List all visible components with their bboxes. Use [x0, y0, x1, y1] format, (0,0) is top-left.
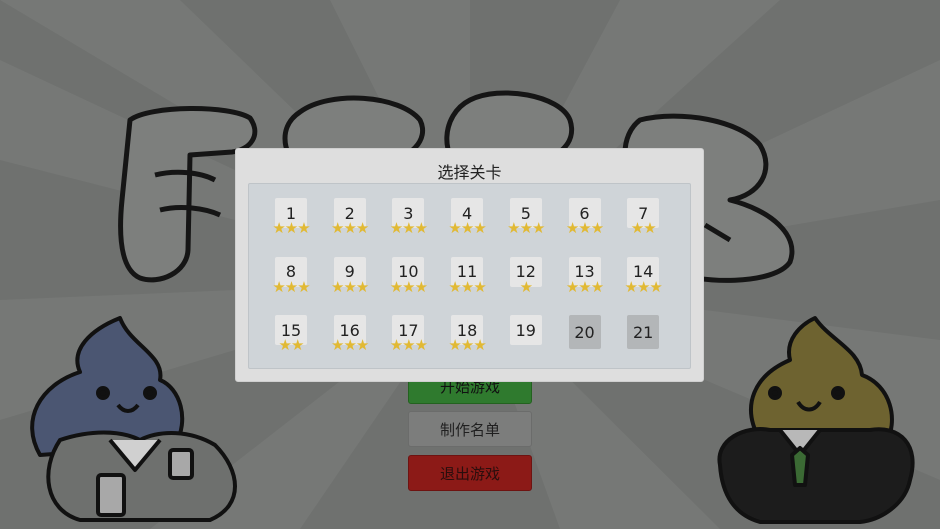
star-icon: ★ [414, 219, 428, 237]
star-icon: ★ [590, 277, 604, 296]
star-icon: ★ [297, 219, 310, 237]
level-stars: ★★★ [379, 337, 437, 353]
star-icon: ★ [272, 277, 285, 296]
level-stars: ★★★ [379, 220, 437, 236]
level-button-20: 20 [556, 315, 614, 371]
level-stars: ★★ [614, 220, 672, 236]
level-stars: ★★★ [379, 279, 437, 295]
star-icon: ★ [473, 219, 486, 237]
level-stars: ★★★ [262, 220, 320, 236]
star-icon: ★ [331, 336, 344, 354]
star-icon: ★ [355, 336, 369, 354]
star-icon: ★ [448, 277, 461, 296]
star-icon: ★ [565, 277, 579, 296]
level-stars: ★★ [262, 337, 320, 353]
star-icon: ★ [414, 336, 428, 354]
level-button-1[interactable]: 1 ★★★ [262, 198, 320, 254]
level-button-3[interactable]: 3 ★★★ [379, 198, 437, 254]
level-button-7[interactable]: 7 ★★ [614, 198, 672, 254]
star-icon: ★ [284, 219, 298, 237]
level-button-5[interactable]: 5 ★★★ [497, 198, 555, 254]
star-icon: ★ [448, 336, 461, 354]
star-icon: ★ [578, 277, 591, 296]
level-button-11[interactable]: 11 ★★★ [438, 256, 496, 313]
star-icon: ★ [565, 219, 579, 237]
star-icon: ★ [389, 336, 403, 354]
level-button-17[interactable]: 17 ★★★ [379, 315, 437, 371]
star-icon: ★ [473, 277, 486, 296]
level-number: 21 [627, 315, 660, 349]
star-icon: ★ [355, 219, 369, 237]
level-number: 20 [568, 315, 601, 349]
credits-button[interactable]: 制作名单 [408, 411, 532, 447]
level-stars: ★★★ [438, 337, 496, 353]
star-icon: ★ [343, 336, 356, 354]
star-icon: ★ [460, 277, 474, 296]
level-number: 19 [509, 315, 542, 345]
star-icon: ★ [278, 336, 292, 354]
level-button-15[interactable]: 15 ★★ [262, 315, 320, 371]
star-icon: ★ [343, 219, 356, 237]
star-icon: ★ [331, 219, 344, 237]
level-stars: ★★★ [438, 279, 496, 295]
star-icon: ★ [460, 219, 474, 237]
level-button-4[interactable]: 4 ★★★ [438, 198, 496, 254]
level-select-dialog: 选择关卡 1 ★★★ 2 ★★★ 3 ★★★ 4 ★★★ 5 ★★★ 6 ★★★ 7 ★★ 8 ★★★ 9 ★★★… [235, 148, 704, 382]
level-button-10[interactable]: 10 ★★★ [379, 256, 437, 313]
star-icon: ★ [402, 277, 415, 296]
level-stars: ★★★ [321, 279, 379, 295]
level-grid: 1 ★★★ 2 ★★★ 3 ★★★ 4 ★★★ 5 ★★★ 6 ★★★ 7 ★★ 8 ★★★ 9 ★★★ 10 ★★★… [248, 183, 691, 369]
level-button-12[interactable]: 12 ★ [497, 256, 555, 313]
level-stars: ★★★ [556, 220, 614, 236]
star-icon: ★ [414, 277, 428, 296]
star-icon: ★ [291, 336, 304, 354]
level-button-14[interactable]: 14 ★★★ [614, 256, 672, 313]
star-icon: ★ [643, 219, 656, 237]
level-button-13[interactable]: 13 ★★★ [556, 256, 614, 313]
level-button-18[interactable]: 18 ★★★ [438, 315, 496, 371]
dialog-title: 选择关卡 [437, 163, 502, 182]
star-icon: ★ [507, 219, 520, 237]
star-icon: ★ [636, 277, 650, 296]
star-icon: ★ [649, 277, 662, 296]
star-icon: ★ [343, 277, 356, 296]
star-icon: ★ [355, 277, 369, 296]
level-button-9[interactable]: 9 ★★★ [321, 256, 379, 313]
star-icon: ★ [389, 219, 403, 237]
level-stars: ★★★ [262, 279, 320, 295]
star-icon: ★ [630, 219, 644, 237]
star-icon: ★ [272, 219, 285, 237]
star-icon: ★ [448, 219, 461, 237]
level-stars: ★★★ [497, 220, 555, 236]
star-icon: ★ [590, 219, 604, 237]
level-button-2[interactable]: 2 ★★★ [321, 198, 379, 254]
star-icon: ★ [389, 277, 403, 296]
level-button-16[interactable]: 16 ★★★ [321, 315, 379, 371]
level-stars: ★★★ [614, 279, 672, 295]
star-icon: ★ [460, 336, 474, 354]
star-icon: ★ [519, 277, 533, 296]
star-icon: ★ [532, 219, 545, 237]
quit-game-button[interactable]: 退出游戏 [408, 455, 532, 491]
level-button-21: 21 [614, 315, 672, 371]
star-icon: ★ [578, 219, 591, 237]
level-stars: ★ [497, 279, 555, 295]
star-icon: ★ [402, 219, 415, 237]
star-icon: ★ [284, 277, 298, 296]
star-icon: ★ [624, 277, 638, 296]
level-stars: ★★★ [556, 279, 614, 295]
level-stars: ★★★ [321, 220, 379, 236]
star-icon: ★ [519, 219, 533, 237]
star-icon: ★ [473, 336, 486, 354]
star-icon: ★ [402, 336, 415, 354]
level-stars: ★★★ [321, 337, 379, 353]
level-stars: ★★★ [438, 220, 496, 236]
star-icon: ★ [331, 277, 344, 296]
level-button-6[interactable]: 6 ★★★ [556, 198, 614, 254]
level-button-8[interactable]: 8 ★★★ [262, 256, 320, 313]
level-button-19[interactable]: 19 [497, 315, 555, 371]
star-icon: ★ [297, 277, 310, 296]
